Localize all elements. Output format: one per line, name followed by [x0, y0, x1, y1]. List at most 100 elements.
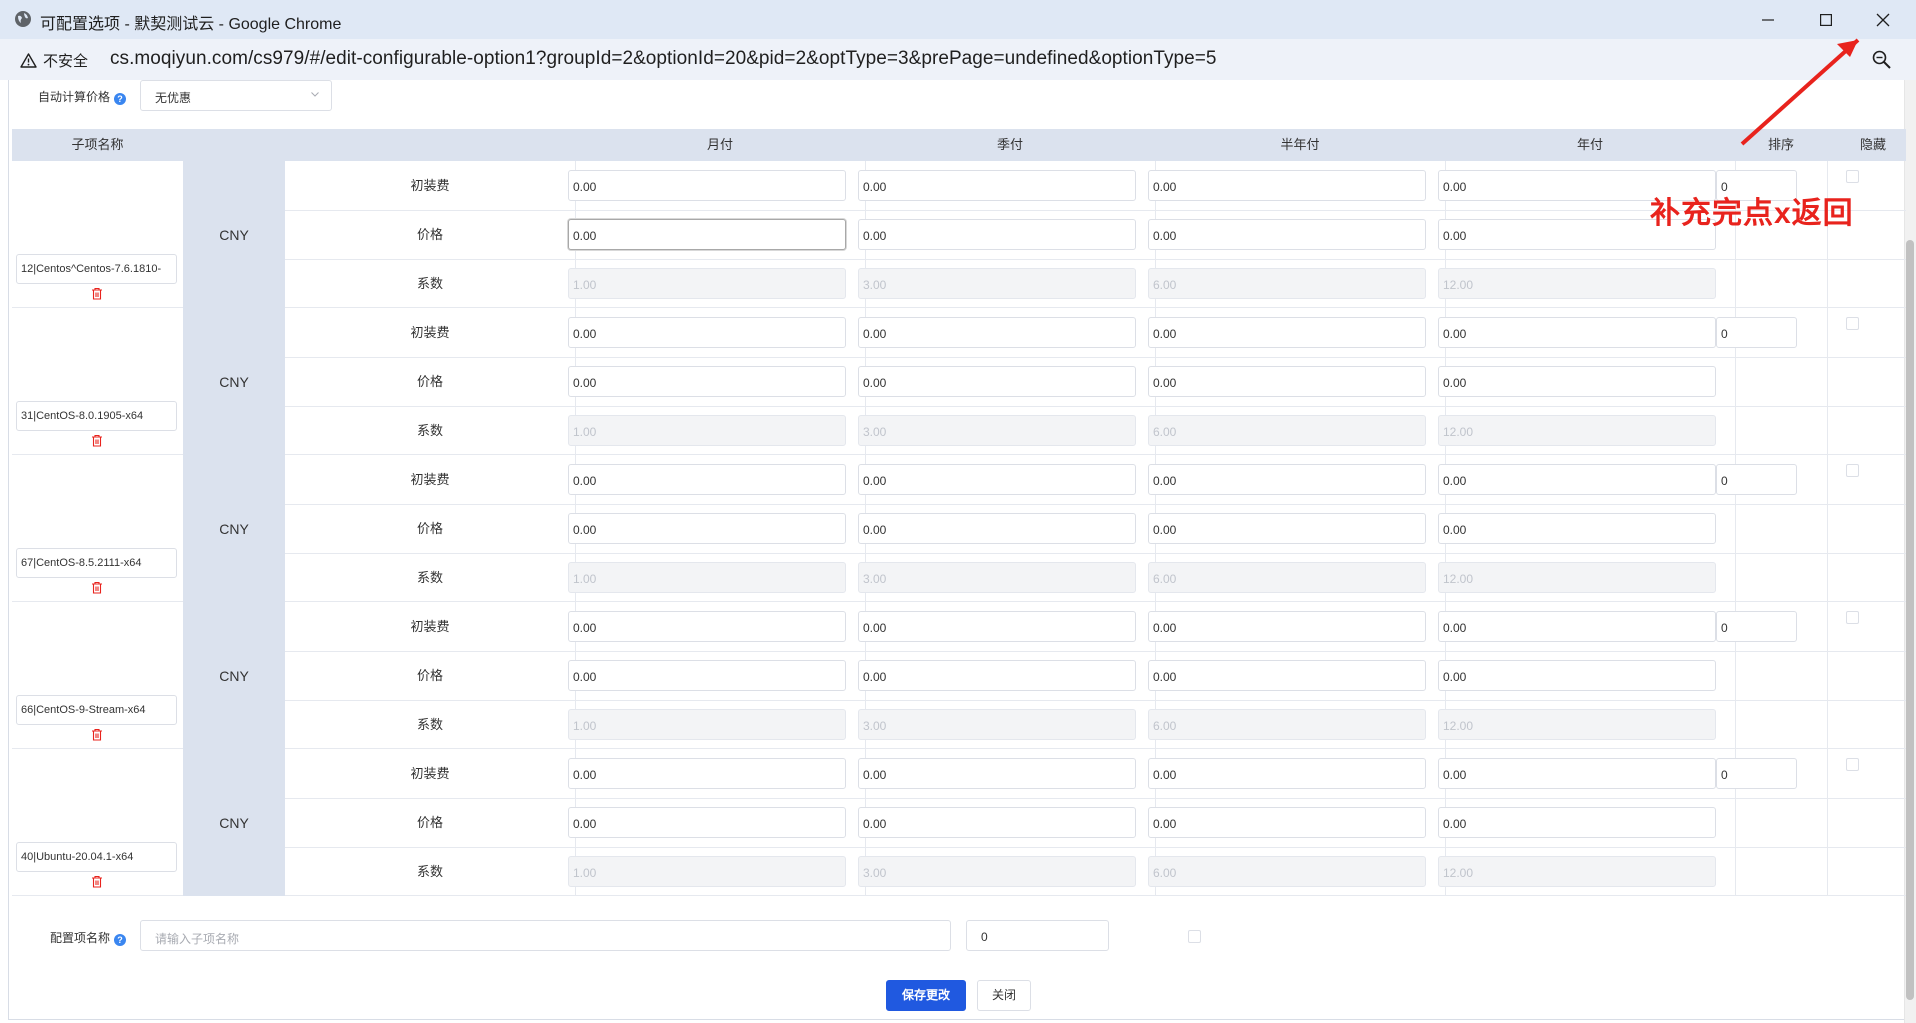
option-group: CNY 初装费 0.00 0.00 0.00 0.00 价格 0.00 0.00 0.00 0.00…: [12, 749, 1906, 896]
help-icon[interactable]: ?: [114, 93, 127, 105]
trash-icon[interactable]: [91, 434, 103, 447]
setup-input[interactable]: 0.00: [1148, 317, 1426, 348]
price-input[interactable]: 0.00: [858, 513, 1136, 544]
option-name-input[interactable]: 12|Centos^Centos-7.6.1810-: [16, 254, 177, 284]
trash-icon[interactable]: [91, 875, 103, 888]
new-item-hide-checkbox[interactable]: [1188, 930, 1201, 943]
price-input[interactable]: 0.00: [1148, 513, 1426, 544]
row-label-factor: 系数: [416, 570, 443, 585]
price-input[interactable]: 0.00: [858, 807, 1136, 838]
price-input[interactable]: 0.00: [568, 807, 846, 838]
setup-input[interactable]: 0.00: [1438, 317, 1716, 348]
row-label-price: 价格: [416, 815, 443, 830]
globe-icon: [15, 11, 31, 27]
option-group: CNY 初装费 0.00 0.00 0.00 0.00 价格 0.00 0.00 0.00 0.00…: [12, 161, 1906, 308]
sort-input[interactable]: 0: [1716, 758, 1797, 789]
table-header: 子项名称 月付 季付 半年付 年付 排序 隐藏: [12, 129, 1906, 161]
setup-input[interactable]: 0.00: [858, 611, 1136, 642]
price-input[interactable]: 0.00: [1438, 513, 1716, 544]
price-input[interactable]: 0.00: [1148, 807, 1426, 838]
price-input[interactable]: 0.00: [568, 513, 846, 544]
save-button[interactable]: 保存更改: [886, 980, 966, 1011]
option-name-input[interactable]: 66|CentOS-9-Stream-x64: [16, 695, 177, 725]
factor-input: 12.00: [1438, 856, 1716, 887]
column-divider: [1827, 161, 1828, 308]
price-input[interactable]: 0.00: [568, 660, 846, 691]
url-text[interactable]: cs.moqiyun.com/cs979/#/edit-configurable…: [110, 48, 1217, 70]
trash-icon[interactable]: [91, 728, 103, 741]
price-input[interactable]: 0.00: [858, 660, 1136, 691]
setup-input[interactable]: 0.00: [1148, 464, 1426, 495]
security-label: 不安全: [43, 52, 89, 70]
factor-input: 3.00: [858, 268, 1136, 299]
sort-input[interactable]: 0: [1716, 317, 1797, 348]
setup-input[interactable]: 0.00: [568, 317, 846, 348]
new-item-sort-input[interactable]: 0: [966, 920, 1109, 951]
auto-price-select[interactable]: 无优惠: [140, 80, 332, 111]
annotation-arrow: [1740, 38, 1860, 146]
factor-input: 1.00: [568, 415, 846, 446]
hide-checkbox[interactable]: [1846, 464, 1859, 477]
setup-input[interactable]: 0.00: [568, 464, 846, 495]
hide-checkbox[interactable]: [1846, 170, 1859, 183]
setup-input[interactable]: 0.00: [1148, 170, 1426, 201]
price-input[interactable]: 0.00: [858, 219, 1136, 250]
hide-checkbox[interactable]: [1846, 758, 1859, 771]
setup-input[interactable]: 0.00: [568, 170, 846, 201]
hide-checkbox[interactable]: [1846, 611, 1859, 624]
close-icon: [1876, 13, 1890, 26]
trash-icon[interactable]: [91, 581, 103, 594]
factor-input: 12.00: [1438, 268, 1716, 299]
option-name-input[interactable]: 40|Ubuntu-20.04.1-x64: [16, 842, 177, 872]
setup-input[interactable]: 0.00: [1148, 611, 1426, 642]
new-item-name-input[interactable]: 请输入子项名称: [140, 920, 951, 951]
hide-checkbox[interactable]: [1846, 317, 1859, 330]
row-label-price: 价格: [416, 521, 443, 536]
factor-input: 3.00: [858, 856, 1136, 887]
setup-input[interactable]: 0.00: [1438, 758, 1716, 789]
factor-input: 1.00: [568, 562, 846, 593]
currency-cell: CNY: [183, 602, 285, 749]
row-label-setup: 初装费: [410, 178, 450, 193]
row-label-setup: 初装费: [410, 472, 450, 487]
sort-input[interactable]: 0: [1716, 611, 1797, 642]
price-input[interactable]: 0.00: [1438, 660, 1716, 691]
row-label-factor: 系数: [416, 423, 443, 438]
setup-input[interactable]: 0.00: [568, 611, 846, 642]
price-input[interactable]: 0.00: [568, 219, 846, 250]
help-icon[interactable]: ?: [114, 934, 127, 946]
setup-input[interactable]: 0.00: [568, 758, 846, 789]
factor-input: 1.00: [568, 709, 846, 740]
trash-icon[interactable]: [91, 287, 103, 300]
setup-input[interactable]: 0.00: [858, 758, 1136, 789]
price-input[interactable]: 0.00: [1148, 366, 1426, 397]
scrollbar-thumb[interactable]: [1906, 240, 1914, 1000]
price-input[interactable]: 0.00: [1438, 366, 1716, 397]
price-input[interactable]: 0.00: [858, 366, 1136, 397]
setup-input[interactable]: 0.00: [1438, 611, 1716, 642]
zoom-icon[interactable]: [1871, 49, 1893, 71]
price-input[interactable]: 0.00: [568, 366, 846, 397]
header-monthly: 月付: [706, 137, 733, 152]
security-indicator[interactable]: 不安全: [20, 49, 88, 71]
option-name-input[interactable]: 31|CentOS-8.0.1905-x64: [16, 401, 177, 431]
setup-input[interactable]: 0.00: [858, 170, 1136, 201]
warning-icon: [20, 52, 37, 68]
close-button[interactable]: 关闭: [977, 980, 1031, 1011]
column-divider: [1827, 749, 1828, 896]
price-input[interactable]: 0.00: [1438, 807, 1716, 838]
option-name-input[interactable]: 67|CentOS-8.5.2111-x64: [16, 548, 177, 578]
header-name: 子项名称: [71, 137, 124, 152]
sort-input[interactable]: 0: [1716, 464, 1797, 495]
price-input[interactable]: 0.00: [1148, 660, 1426, 691]
setup-input[interactable]: 0.00: [858, 317, 1136, 348]
setup-input[interactable]: 0.00: [1148, 758, 1426, 789]
browser-window: 可配置选项 - 默契测试云 - Google Chrome 不安全 cs.moq…: [0, 0, 1916, 1023]
currency-cell: CNY: [183, 161, 285, 308]
setup-input[interactable]: 0.00: [1438, 464, 1716, 495]
factor-input: 12.00: [1438, 709, 1716, 740]
header-quarterly: 季付: [996, 137, 1023, 152]
setup-input[interactable]: 0.00: [858, 464, 1136, 495]
price-input[interactable]: 0.00: [1148, 219, 1426, 250]
factor-input: 1.00: [568, 268, 846, 299]
